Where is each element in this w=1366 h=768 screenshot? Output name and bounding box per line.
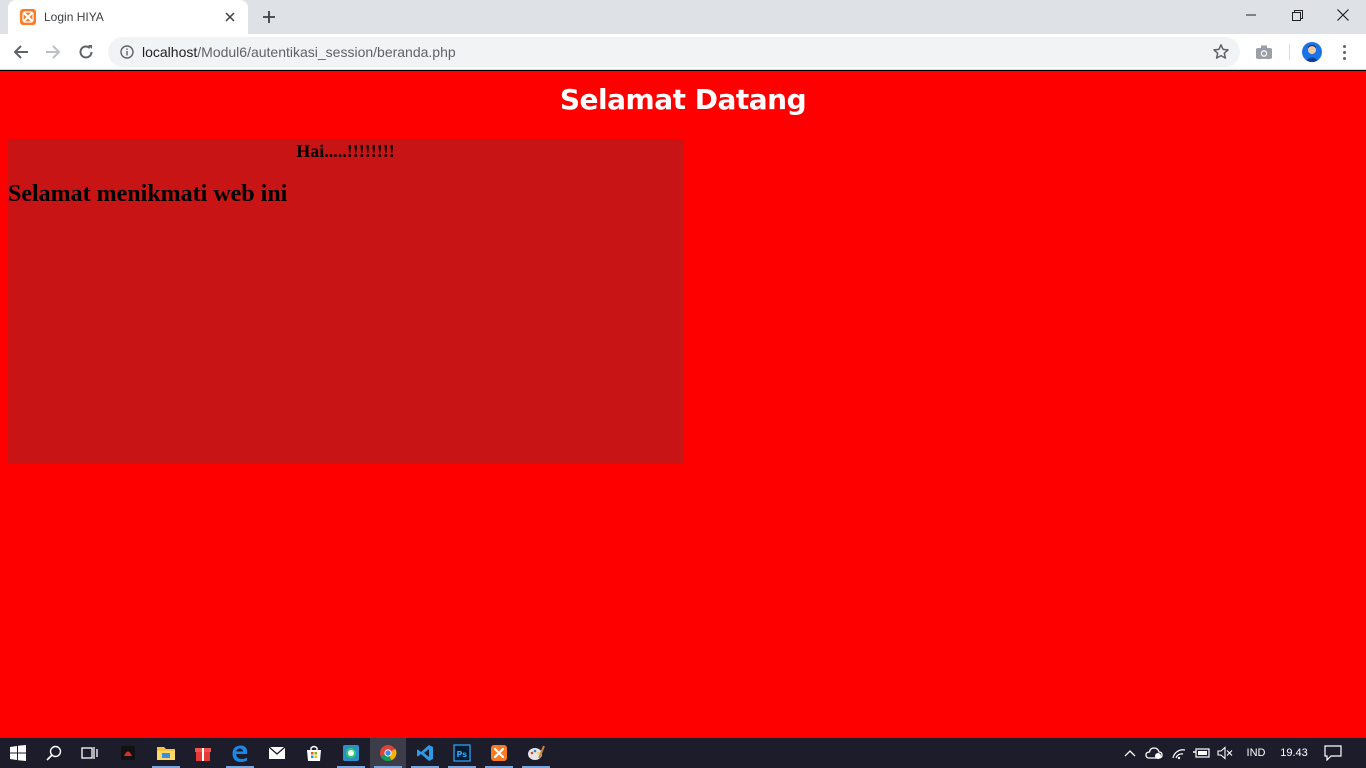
tab-title: Login HIYA: [44, 10, 104, 24]
battery-icon[interactable]: [1191, 738, 1213, 768]
xampp-icon[interactable]: [481, 738, 517, 768]
camera-extension-icon[interactable]: [1254, 42, 1274, 62]
url-text[interactable]: localhost/Modul6/autentikasi_session/ber…: [142, 44, 1212, 60]
vscode-icon[interactable]: [407, 738, 443, 768]
svg-text:Ps: Ps: [457, 750, 468, 759]
search-icon[interactable]: [36, 738, 72, 768]
profile-avatar[interactable]: [1302, 42, 1322, 62]
back-arrow-icon[interactable]: [7, 38, 35, 66]
info-icon[interactable]: [120, 45, 134, 59]
greeting-text: Hai.....!!!!!!!!: [296, 141, 395, 161]
browser-tab[interactable]: Login HIYA: [8, 0, 248, 34]
url-host: localhost: [142, 44, 198, 60]
mail-icon[interactable]: [259, 738, 295, 768]
whatsapp-icon[interactable]: [333, 738, 369, 768]
start-icon[interactable]: [0, 738, 36, 768]
language-label: IND: [1246, 747, 1266, 759]
xampp-favicon-icon: [20, 9, 36, 25]
store-icon[interactable]: [296, 738, 332, 768]
minimize-icon[interactable]: [1228, 0, 1274, 30]
taskbar: Ps IND 19.43: [0, 738, 1366, 768]
action-center-icon[interactable]: [1318, 738, 1348, 768]
reload-icon[interactable]: [72, 38, 100, 66]
new-tab-plus-icon[interactable]: [258, 6, 280, 28]
browser-toolbar: localhost/Modul6/autentikasi_session/ber…: [0, 34, 1366, 70]
game-app-icon[interactable]: [110, 738, 146, 768]
clock-time: 19.43: [1280, 747, 1308, 759]
gift-app-icon[interactable]: [185, 738, 221, 768]
content-box: Hai.....!!!!!!!! Selamat menikmati web i…: [8, 139, 683, 464]
page-title: Selamat Datang: [559, 83, 807, 116]
chevron-up-icon[interactable]: [1121, 738, 1139, 768]
chrome-icon[interactable]: [370, 738, 406, 768]
volume-muted-icon[interactable]: [1215, 738, 1235, 768]
paint-icon[interactable]: [518, 738, 554, 768]
address-bar[interactable]: localhost/Modul6/autentikasi_session/ber…: [108, 37, 1240, 67]
toolbar-divider: [1289, 44, 1290, 60]
welcome-text: Selamat menikmati web ini: [8, 181, 288, 207]
restore-icon[interactable]: [1274, 0, 1320, 30]
tab-close-icon[interactable]: [222, 9, 238, 25]
browser-menu-icon[interactable]: [1334, 42, 1354, 62]
url-path: /Modul6/autentikasi_session/beranda.php: [197, 44, 456, 60]
task-view-icon[interactable]: [72, 738, 108, 768]
tab-strip: Login HIYA: [0, 0, 1366, 34]
cloud-sync-icon[interactable]: [1143, 738, 1165, 768]
bookmark-star-icon[interactable]: [1212, 43, 1230, 61]
language-indicator[interactable]: IND: [1240, 738, 1272, 768]
forward-arrow-icon[interactable]: [39, 38, 67, 66]
file-explorer-icon[interactable]: [148, 738, 184, 768]
edge-icon[interactable]: [222, 738, 258, 768]
clock[interactable]: 19.43: [1274, 738, 1314, 768]
photoshop-icon[interactable]: Ps: [444, 738, 480, 768]
window-close-icon[interactable]: [1320, 0, 1366, 30]
wifi-icon[interactable]: [1169, 738, 1189, 768]
page-viewport: Selamat Datang Hai.....!!!!!!!! Selamat …: [0, 71, 1366, 738]
